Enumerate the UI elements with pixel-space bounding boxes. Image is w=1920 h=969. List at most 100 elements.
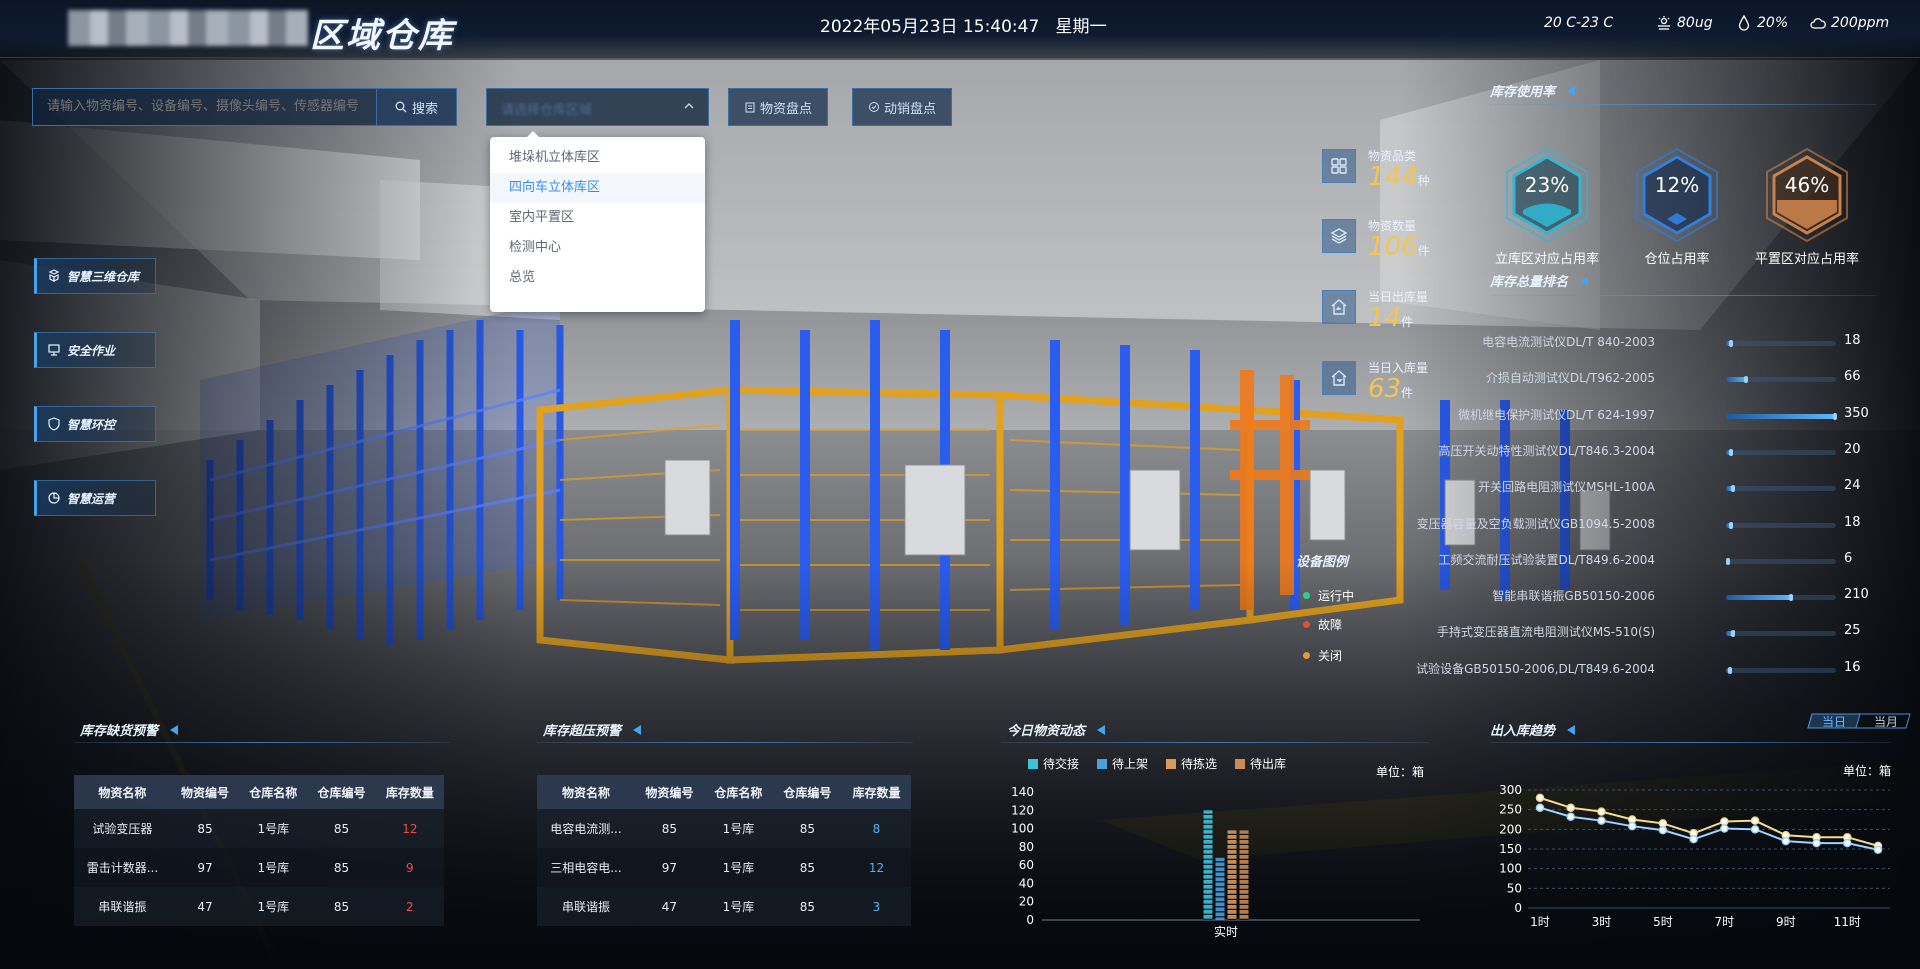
data-point[interactable] [1597,807,1606,816]
page-title: 区域仓库 [310,16,454,56]
nav-smart-operation[interactable]: 智慧运营 [34,480,156,516]
table-row[interactable]: 串联谐振 47 1号库 85 2 [74,887,444,926]
y-tick-label: 140 [1011,785,1034,799]
ranking-item-value: 66 [1844,369,1861,385]
column-header: 物资编号 [634,775,704,809]
house-in-icon [1322,361,1356,395]
data-point[interactable] [1781,836,1791,846]
triangle-left-icon [1580,275,1589,286]
table-row[interactable]: 雷击计数器... 97 1号库 85 9 [74,848,444,887]
cell: 85 [307,887,376,926]
overstock-table: 物资名称 物资编号 仓库名称 仓库编号 库存数量 电容电流测... 85 1号库 85… [537,775,911,926]
triangle-left-icon [1567,724,1576,735]
tab-today[interactable]: 当日 [1822,713,1846,730]
data-point[interactable] [1750,825,1760,834]
dropdown-option[interactable]: 室内平置区 [490,203,705,233]
overstock-divider [537,742,913,743]
ranking-item-value: 24 [1844,478,1861,494]
qty-cell: 12 [375,809,444,848]
ranking-item-name: 电容电流测试仪DL/T 840-2003 [1482,335,1655,349]
ranking-bar-marker [1833,412,1837,420]
data-point[interactable] [1720,817,1729,826]
daily-legend: 待交接 待上架 待拣选 待出库 [1028,755,1286,772]
cell: 1号库 [239,809,308,848]
blurred-logo [68,10,308,46]
ranking-bar-marker [1728,340,1733,347]
nav-label: 智慧运营 [67,491,116,506]
cell: 85 [772,809,842,848]
cell: 1号库 [703,848,773,887]
dynamic-count-button[interactable]: 动销盘点 [852,88,952,126]
ranking-item-value: 18 [1844,333,1861,348]
dropdown-option[interactable]: 堆垛机立体库区 [490,143,705,173]
triangle-left-icon [170,724,179,735]
tab-month[interactable]: 当月 [1874,713,1898,730]
y-tick-label: 100 [1499,862,1522,876]
bar[interactable] [1203,810,1213,920]
data-point[interactable] [1873,845,1883,855]
table-row[interactable]: 串联谐振 47 1号库 85 3 [537,887,911,926]
trend-line-chart: 0 50 100 150 200 250 300 1时 3时 5时 7时 9时 11时 [1499,783,1890,929]
dropdown-option-selected[interactable]: 四向车立体库区 [490,173,705,203]
triangle-left-icon [1097,724,1106,735]
daily-title-text: 今日物资动态 [1007,724,1086,739]
data-point[interactable] [1566,812,1575,821]
ranking-item-value: 25 [1844,623,1861,639]
data-point[interactable] [1720,824,1729,833]
table-row[interactable]: 三相电容电... 97 1号库 85 12 [537,848,911,887]
nav-smart-environment[interactable]: 智慧环控 [34,406,156,442]
ranking-row: 试验设备GB50150-2006,DL/T849.6-2004 16 [1416,660,1870,680]
triangle-left-icon [633,724,642,735]
column-header: 仓库名称 [703,775,773,809]
data-point[interactable] [1750,816,1760,825]
shortage-section-title: 库存缺货预警 [80,720,179,739]
data-point[interactable] [1812,838,1821,848]
dropdown-option[interactable]: 检测中心 [490,233,705,263]
dropdown-option[interactable]: 总览 [490,263,705,293]
data-point[interactable] [1566,803,1575,812]
ranking-row: 工频交流耐压试验装置DL/T849.6-2004 6 [1438,551,1870,571]
data-point[interactable] [1535,803,1545,812]
stat-label: 当日入库量 [1368,361,1429,375]
x-tick-label: 1时 [1530,915,1550,929]
status-dot [1303,592,1310,599]
area-select[interactable]: 请选择仓库区域 [486,88,709,126]
data-point[interactable] [1843,838,1852,848]
y-tick-label: 300 [1499,783,1522,797]
legend-fault: 故障 [1303,616,1342,633]
search-input[interactable] [33,89,376,125]
ranking-bar-track [1726,412,1837,420]
ranking-item-value: 210 [1844,587,1869,603]
stat-unit: 件 [1417,244,1430,258]
data-point[interactable] [1689,834,1698,844]
clipboard-icon [745,102,755,113]
data-point[interactable] [1535,793,1545,803]
table-row[interactable]: 电容电流测... 85 1号库 85 8 [537,809,911,848]
ranking-bar-track [1726,340,1836,347]
data-point[interactable] [1658,825,1668,835]
droplet-icon [1738,15,1750,31]
table-row[interactable]: 试验变压器 85 1号库 85 12 [74,809,444,848]
daily-divider [1001,742,1429,743]
legend-label: 待出库 [1250,757,1287,771]
y-tick-label: 120 [1011,803,1034,817]
co2-value: 200ppm [1831,15,1890,31]
nav-smart-3d-warehouse[interactable]: 智慧三维仓库 [34,258,156,294]
legend-item: 待上架 [1097,755,1148,772]
ranking-item-value: 350 [1844,405,1869,421]
ranking-bar-fill [1726,595,1792,601]
trend-unit: 单位：箱 [1843,764,1892,778]
usage-label: 平置区对应占用率 [1754,252,1859,267]
usage-percent: 23% [1524,173,1570,197]
search-button[interactable]: 搜索 [376,89,456,125]
series-line [1539,796,1879,847]
nav-safety-operation[interactable]: 安全作业 [34,332,156,368]
y-tick-label: 250 [1499,803,1522,817]
y-tick-label: 200 [1499,822,1522,836]
data-point[interactable] [1627,821,1637,831]
stat-material-quantity: 物资数量 106件 [1322,219,1430,261]
data-point[interactable] [1597,816,1606,825]
inventory-count-button[interactable]: 物资盘点 [728,88,828,126]
legend-swatch [1028,758,1038,769]
legend-swatch [1166,758,1177,769]
